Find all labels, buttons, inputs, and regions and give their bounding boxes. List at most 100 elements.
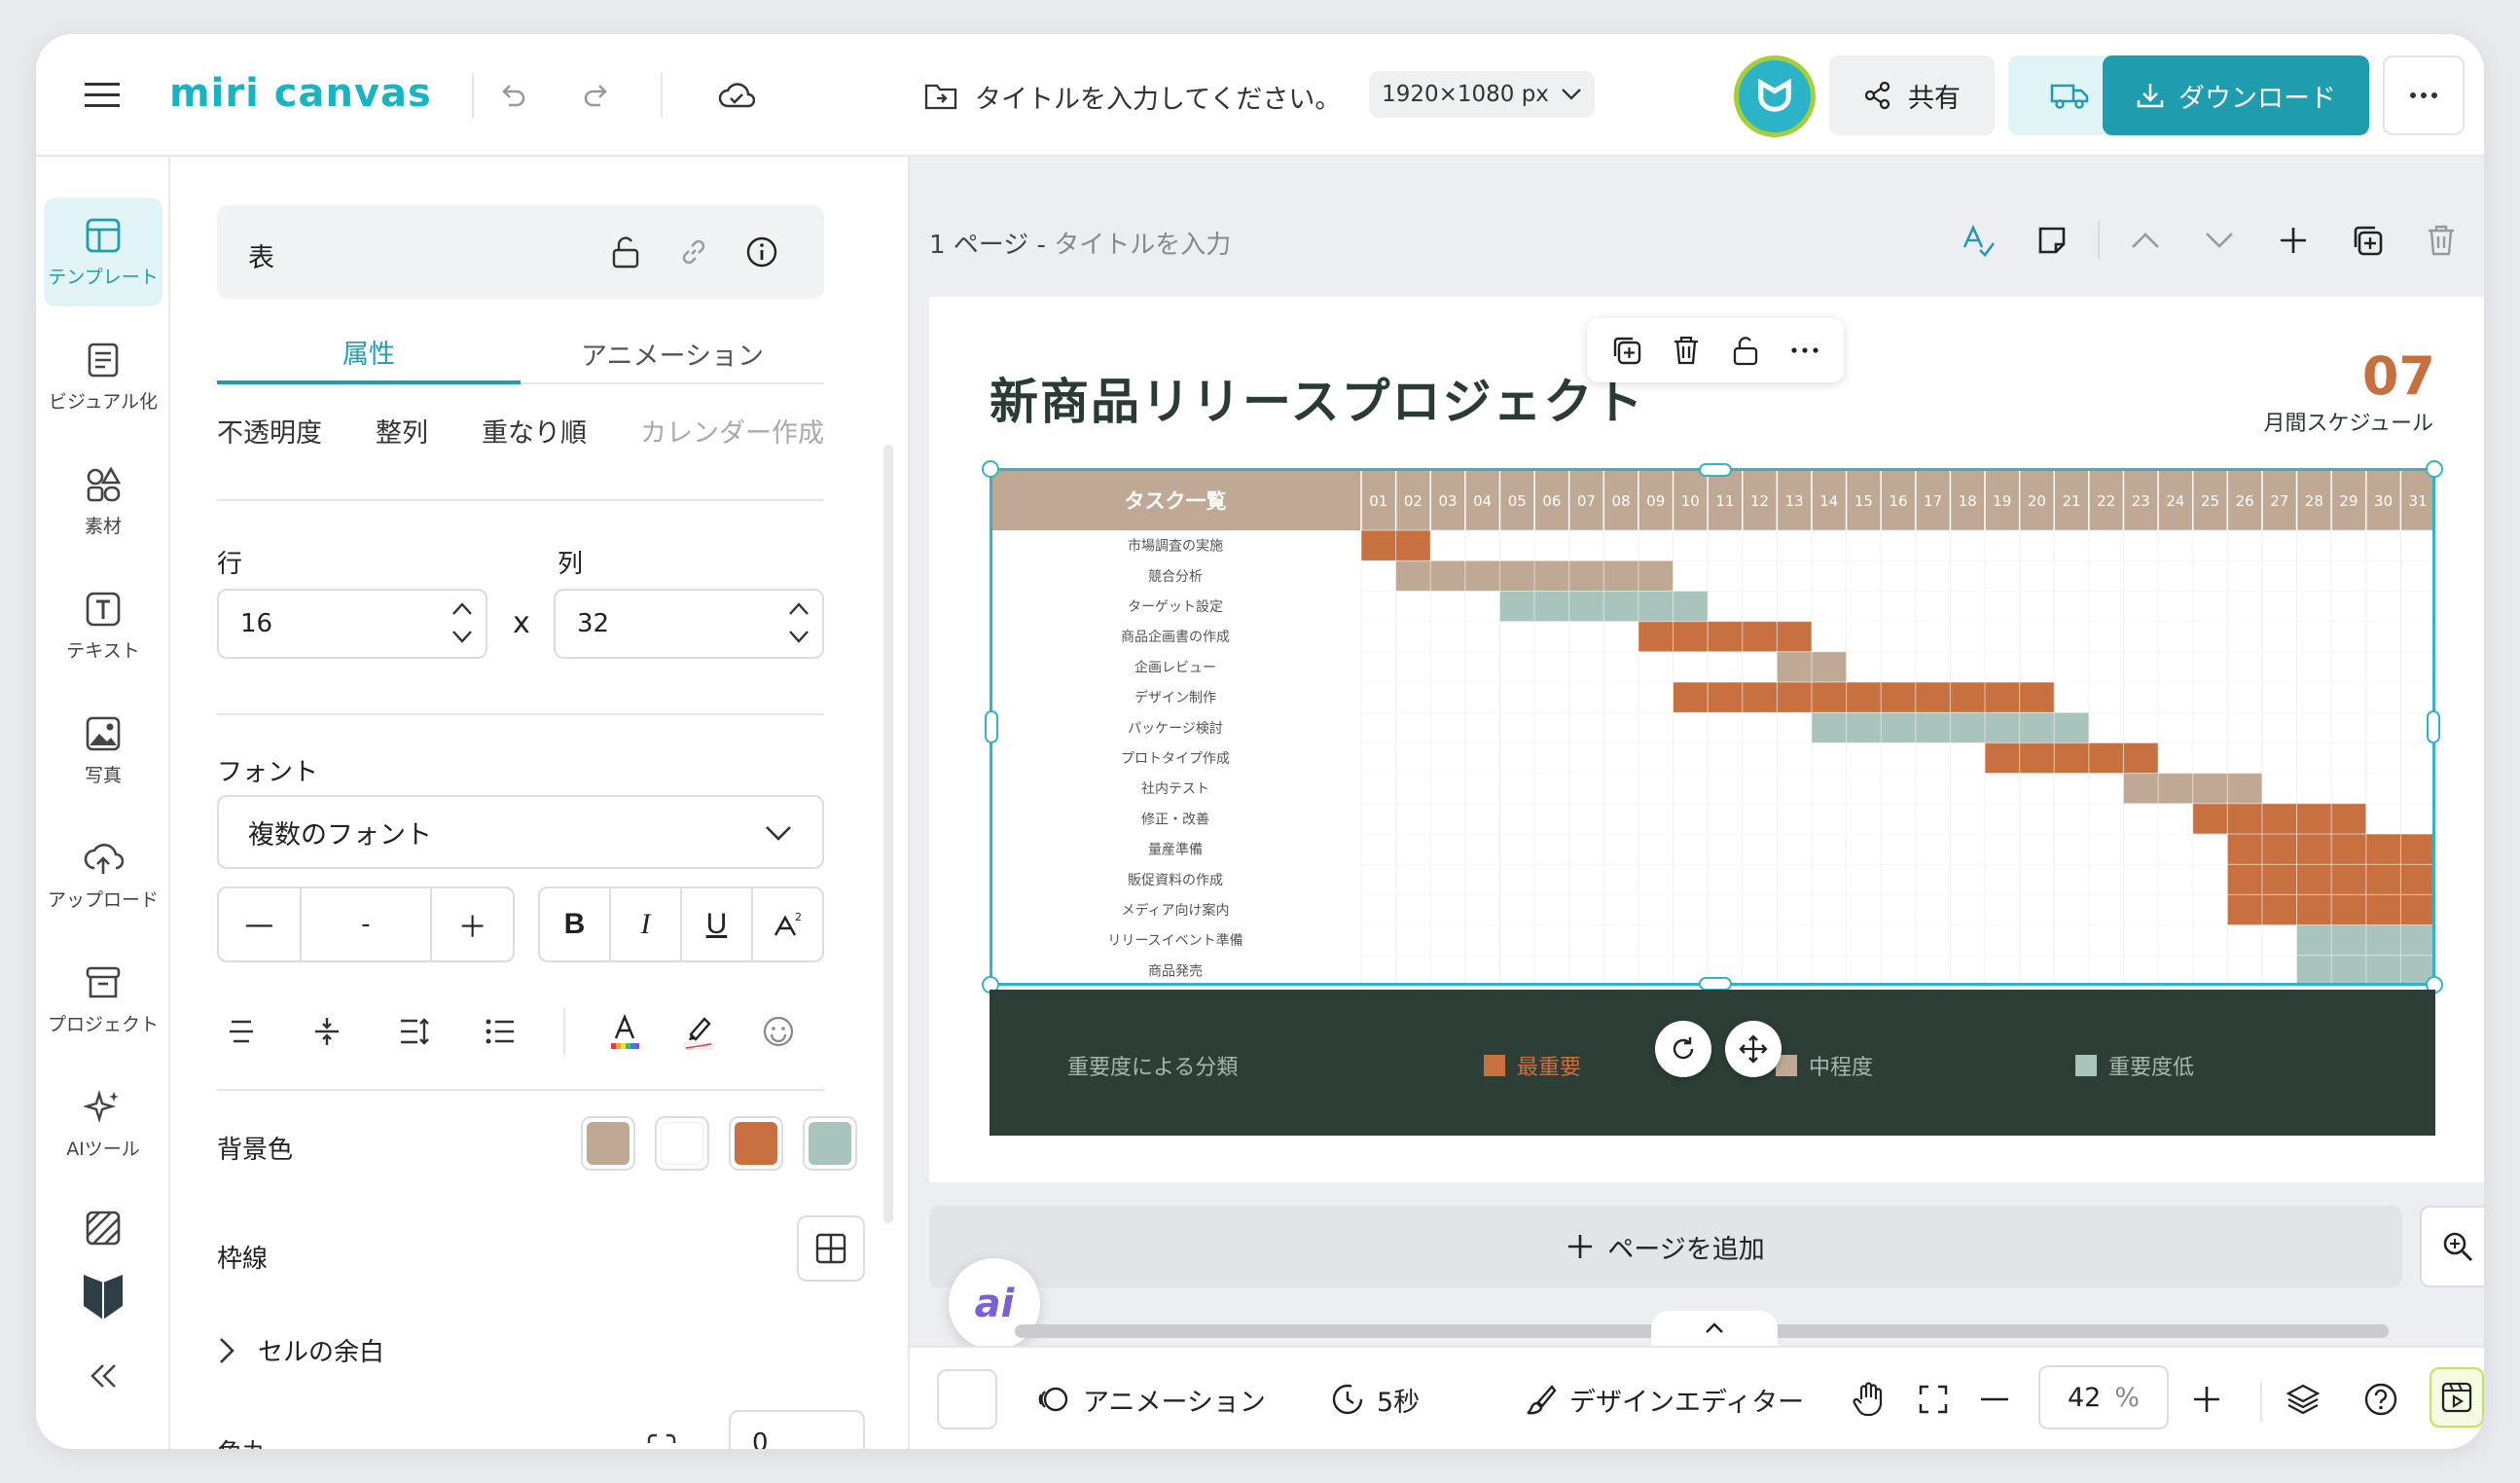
duplicate-page-icon[interactable]	[2330, 217, 2404, 264]
duration-button[interactable]: 5秒	[1330, 1369, 1420, 1429]
brand-shield-icon[interactable]	[75, 1264, 131, 1326]
page-up-icon[interactable]	[2108, 217, 2182, 264]
bg-color-swatch-2[interactable]	[655, 1116, 709, 1171]
sidebar-item-upload[interactable]: アップロード	[44, 820, 162, 929]
superscript-button[interactable]: 2	[753, 888, 822, 960]
title-field[interactable]: タイトルを入力してください。	[924, 73, 1341, 120]
plus-icon	[2194, 1387, 2219, 1412]
stepper-arrows-icon[interactable]	[787, 598, 810, 647]
fit-screen-icon	[1919, 1385, 1948, 1414]
design-subtitle[interactable]: 月間スケジュール	[2264, 406, 2433, 437]
panel-tabs: 属性 アニメーション	[217, 322, 824, 384]
collapse-sidebar-icon[interactable]	[75, 1352, 131, 1400]
info-icon[interactable]	[738, 229, 785, 275]
text-style-icon[interactable]	[1941, 217, 2015, 264]
sidebar-item-template[interactable]: テンプレート	[44, 198, 162, 307]
unlock-icon[interactable]	[602, 229, 649, 275]
highlight-icon[interactable]	[674, 1005, 723, 1060]
font-size-value[interactable]: -	[302, 888, 433, 960]
sidebar-item-visualize[interactable]: ビジュアル化	[44, 322, 162, 431]
animation-button[interactable]: アニメーション	[1036, 1369, 1266, 1429]
fit-screen-button[interactable]	[1918, 1369, 1949, 1429]
move-button[interactable]	[1725, 1021, 1782, 1077]
increase-font-size-button[interactable]: ＋	[432, 888, 513, 960]
cloud-save-icon[interactable]	[709, 71, 764, 120]
sidebar-item-ai-tools[interactable]: AIツール	[44, 1069, 162, 1178]
legend-panel[interactable]: 重要度による分類 最重要 中程度 重要度低	[990, 990, 2435, 1136]
sticky-note-icon[interactable]	[2015, 217, 2089, 264]
bg-color-swatch-1[interactable]	[581, 1116, 635, 1171]
times-sign: x	[513, 606, 530, 640]
font-select[interactable]: 複数のフォント	[217, 795, 824, 869]
help-button[interactable]	[2363, 1369, 2398, 1429]
vertical-align-icon[interactable]	[303, 1009, 351, 1054]
zoom-in-button[interactable]	[2192, 1369, 2221, 1429]
more-icon[interactable]	[1782, 327, 1828, 374]
pattern-icon[interactable]	[75, 1204, 131, 1252]
page-color-button[interactable]	[937, 1369, 997, 1429]
emoji-icon[interactable]	[754, 1009, 803, 1054]
share-button[interactable]: 共有	[1829, 55, 1995, 135]
tab-animation[interactable]: アニメーション	[521, 322, 824, 384]
text-align-icon[interactable]	[217, 1009, 266, 1054]
delete-icon[interactable]	[1663, 327, 1710, 374]
corner-radius-input[interactable]: 0	[729, 1410, 865, 1449]
zoom-input[interactable]: 42 %	[2038, 1365, 2169, 1429]
gantt-table[interactable]: タスク一覧 01 02 03 04 05 06 07 08 09 10 11 12 13 14 15 16 17 1…	[990, 470, 2435, 986]
link-icon[interactable]	[670, 229, 717, 275]
decrease-font-size-button[interactable]: —	[219, 888, 302, 960]
add-page-icon[interactable]	[2256, 217, 2330, 264]
preview-button[interactable]	[2430, 1367, 2484, 1428]
download-button[interactable]: ダウンロード	[2103, 55, 2369, 135]
border-grid-button[interactable]	[797, 1215, 865, 1282]
logo[interactable]: miri canvas	[169, 71, 432, 116]
bold-button[interactable]: B	[540, 888, 611, 960]
page-down-icon[interactable]	[2182, 217, 2256, 264]
layers-button[interactable]	[2286, 1369, 2321, 1429]
add-page-button[interactable]: ページを追加	[929, 1206, 2402, 1287]
panel-scrollbar[interactable]	[883, 445, 893, 1223]
bullet-list-icon[interactable]	[476, 1009, 524, 1054]
tab-properties[interactable]: 属性	[217, 322, 521, 384]
subtab-align[interactable]: 整列	[376, 412, 428, 450]
cols-stepper[interactable]: 32	[554, 589, 824, 659]
cell-padding-toggle[interactable]: セルの余白	[217, 1332, 384, 1368]
subtab-order[interactable]: 重なり順	[482, 412, 587, 450]
italic-button[interactable]: I	[611, 888, 682, 960]
page-title-input[interactable]: タイトルを入力	[1054, 231, 1231, 260]
design-editor-button[interactable]: デザインエディター	[1525, 1369, 1804, 1429]
expand-pages-toggle[interactable]	[1651, 1311, 1778, 1346]
line-height-icon[interactable]	[390, 1009, 439, 1054]
design-page[interactable]: 新商品リリースプロジェクト 07 月間スケジュール タスク一覧 01 02 03 04 0…	[929, 297, 2484, 1182]
sidebar-item-photo[interactable]: 写真	[44, 696, 162, 805]
design-page-number[interactable]: 07	[2362, 345, 2435, 407]
menu-icon[interactable]	[75, 71, 129, 120]
underline-button[interactable]: U	[682, 888, 753, 960]
subtab-calendar[interactable]: カレンダー作成	[640, 412, 824, 450]
sidebar-item-text[interactable]: テキスト	[44, 571, 162, 680]
duplicate-icon[interactable]	[1603, 327, 1650, 374]
zoom-search-button[interactable]	[2420, 1206, 2484, 1287]
day-header-13: 13	[1785, 492, 1804, 510]
rows-stepper[interactable]: 16	[217, 589, 487, 659]
app-window: miri canvas タイトルを入力してください。 1920×1080 px …	[36, 34, 2484, 1449]
sidebar-item-elements[interactable]: 素材	[44, 447, 162, 556]
undo-icon[interactable]	[486, 71, 540, 120]
chevron-down-icon	[766, 826, 791, 841]
stepper-arrows-icon[interactable]	[450, 598, 474, 647]
sidebar-item-project[interactable]: プロジェクト	[44, 945, 162, 1054]
delete-page-icon[interactable]	[2404, 217, 2478, 264]
hand-tool-button[interactable]	[1852, 1369, 1885, 1429]
design-title[interactable]: 新商品リリースプロジェクト	[990, 363, 1645, 433]
avatar[interactable]: ᗢ	[1734, 55, 1816, 137]
rotate-button[interactable]	[1655, 1021, 1711, 1077]
text-color-icon[interactable]	[600, 1005, 649, 1060]
zoom-out-button[interactable]	[1980, 1369, 2009, 1429]
more-options-button[interactable]	[2383, 55, 2465, 135]
canvas-size-dropdown[interactable]: 1920×1080 px	[1369, 71, 1595, 118]
subtab-opacity[interactable]: 不透明度	[217, 412, 322, 450]
unlock-icon[interactable]	[1722, 327, 1769, 374]
bg-color-swatch-3[interactable]	[729, 1116, 783, 1171]
bg-color-swatch-4[interactable]	[803, 1116, 857, 1171]
redo-icon[interactable]	[569, 71, 624, 120]
